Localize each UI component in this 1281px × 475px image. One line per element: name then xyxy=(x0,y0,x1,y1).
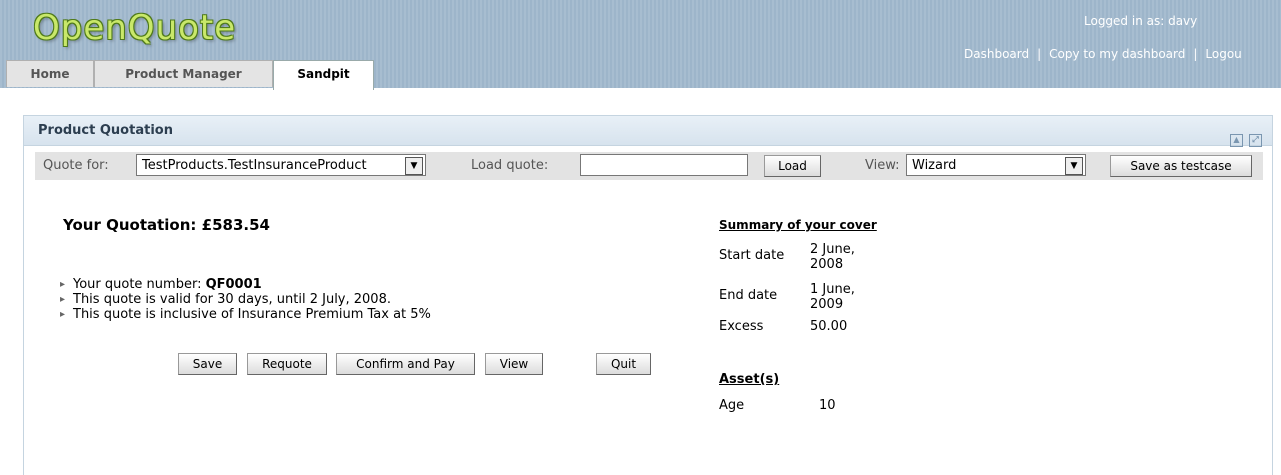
tab-product-manager[interactable]: Product Manager xyxy=(94,60,273,87)
panel-title-bar: Product Quotation ▲ ⤢ xyxy=(24,116,1272,147)
excess-value: 50.00 xyxy=(810,319,848,334)
panel-title: Product Quotation xyxy=(38,123,173,138)
validity-text: This quote is valid for 30 days, until 2… xyxy=(73,292,391,307)
tax-note: This quote is inclusive of Insurance Pre… xyxy=(73,307,431,322)
quote-number: QF0001 xyxy=(205,277,262,292)
logout-link[interactable]: Logou xyxy=(1205,47,1241,61)
view-value: Wizard xyxy=(912,158,957,173)
load-button[interactable]: Load xyxy=(764,155,821,177)
quotation-details-list: Your quote number: QF0001 This quote is … xyxy=(60,277,431,322)
start-date-value: 2 June, 2008 xyxy=(810,242,855,272)
quotation-toolbar: Quote for: TestProducts.TestInsurancePro… xyxy=(35,152,1263,180)
end-date-value: 1 June, 2009 xyxy=(810,282,855,312)
link-separator: | xyxy=(1193,47,1198,61)
view-button[interactable]: View xyxy=(485,353,543,375)
save-button[interactable]: Save xyxy=(178,353,237,375)
confirm-and-pay-button[interactable]: Confirm and Pay xyxy=(336,353,475,375)
quotation-total: Your Quotation: £583.54 xyxy=(63,216,270,234)
age-value: 10 xyxy=(819,398,836,413)
load-quote-input[interactable] xyxy=(580,154,748,176)
dashboard-link[interactable]: Dashboard xyxy=(964,47,1029,61)
quote-for-value: TestProducts.TestInsuranceProduct xyxy=(142,158,367,173)
view-label: View: xyxy=(865,158,900,173)
top-links: Dashboard | Copy to my dashboard | Logou xyxy=(964,47,1281,61)
excess-label: Excess xyxy=(719,319,764,334)
end-date-label: End date xyxy=(719,288,778,303)
summary-heading: Summary of your cover xyxy=(719,218,877,232)
dropdown-arrow-icon[interactable]: ▼ xyxy=(1065,157,1083,175)
app-header: OpenQuote Logged in as: davy Dashboard | C… xyxy=(0,0,1281,90)
requote-button[interactable]: Requote xyxy=(247,353,327,375)
age-label: Age xyxy=(719,398,745,413)
copy-to-dashboard-link[interactable]: Copy to my dashboard xyxy=(1049,47,1185,61)
dropdown-arrow-icon[interactable]: ▼ xyxy=(405,157,423,175)
quote-number-label: Your quote number: xyxy=(73,277,206,292)
quit-button[interactable]: Quit xyxy=(596,353,651,375)
list-item: Your quote number: QF0001 xyxy=(60,277,431,292)
maximize-icon[interactable]: ⤢ xyxy=(1249,134,1262,147)
tab-sandpit[interactable]: Sandpit xyxy=(273,60,374,90)
load-quote-label: Load quote: xyxy=(471,158,549,173)
quote-for-label: Quote for: xyxy=(43,158,109,173)
list-item: This quote is inclusive of Insurance Pre… xyxy=(60,307,431,322)
start-date-label: Start date xyxy=(719,248,785,263)
app-logo[interactable]: OpenQuote xyxy=(33,8,236,48)
list-item: This quote is valid for 30 days, until 2… xyxy=(60,292,431,307)
view-select[interactable]: Wizard ▼ xyxy=(906,154,1086,176)
panel-icons: ▲ ⤢ xyxy=(1224,124,1262,153)
logged-in-status: Logged in as: davy xyxy=(1084,14,1198,28)
quote-for-select[interactable]: TestProducts.TestInsuranceProduct ▼ xyxy=(136,154,426,176)
save-as-testcase-button[interactable]: Save as testcase xyxy=(1110,155,1252,177)
minimize-icon[interactable]: ▲ xyxy=(1230,134,1243,147)
link-separator: | xyxy=(1037,47,1042,61)
tab-home[interactable]: Home xyxy=(6,60,94,87)
assets-heading: Asset(s) xyxy=(719,372,780,387)
